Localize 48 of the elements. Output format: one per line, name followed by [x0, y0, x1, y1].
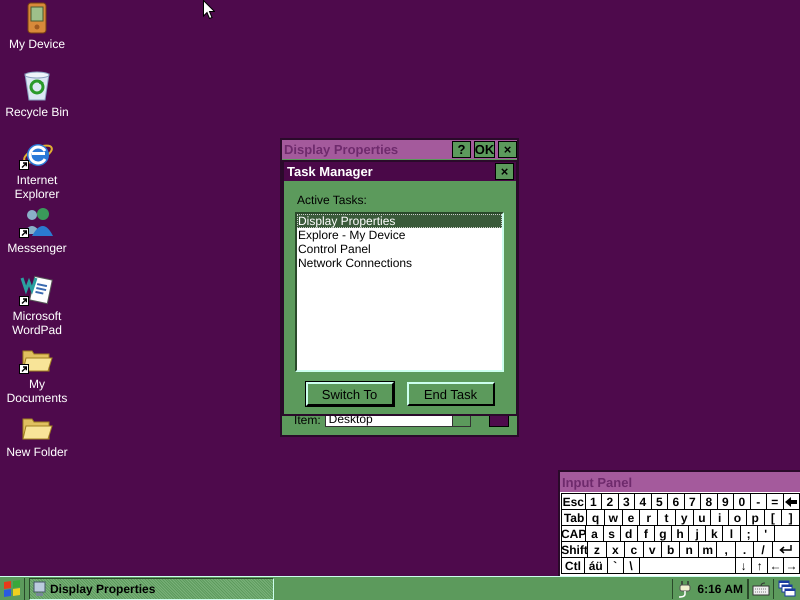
icon-label: Messenger — [6, 241, 68, 255]
icon-label: Microsoft WordPad — [11, 309, 63, 337]
dialog-button[interactable]: End Task — [406, 382, 494, 406]
window-title: Task Manager — [287, 164, 374, 179]
shortcut-arrow-icon — [19, 160, 29, 170]
mouse-pointer-icon — [203, 0, 215, 19]
icon-label: My Documents — [6, 377, 68, 405]
icon-label: My Device — [8, 37, 66, 51]
windows-stack-icon[interactable] — [778, 580, 796, 598]
desktop-shortcut[interactable]: My Documents — [0, 340, 74, 408]
keyboard-icon[interactable] — [752, 582, 770, 596]
shortcut-arrow-icon — [19, 296, 29, 306]
title-bar-button[interactable]: OK — [474, 141, 495, 158]
taskbar-button[interactable]: Display Properties — [29, 578, 274, 600]
task-item[interactable]: Display Properties — [297, 214, 502, 228]
enter-arrow-icon — [779, 545, 792, 554]
handheld-device-icon — [27, 2, 47, 34]
desktop-shortcut[interactable]: New Folder — [0, 408, 74, 476]
list-label: Active Tasks: — [297, 193, 368, 207]
power-plug-icon[interactable] — [677, 580, 694, 598]
icon-label: New Folder — [5, 445, 69, 459]
task-item[interactable]: Explore - My Device — [297, 228, 502, 242]
title-bar-button[interactable]: × — [498, 141, 517, 158]
task-item[interactable]: Control Panel — [297, 242, 502, 256]
desktop-shortcut[interactable]: My Device — [0, 0, 74, 68]
recycle-bin-icon — [22, 70, 52, 102]
item-label: Item: — [294, 413, 321, 427]
title-bar-button[interactable]: ? — [452, 141, 471, 158]
shortcut-arrow-icon — [19, 364, 29, 374]
shortcut-arrow-icon — [19, 228, 29, 238]
close-button[interactable]: × — [495, 163, 514, 180]
keyboard-key[interactable]: Esc — [561, 493, 586, 510]
desktop-shortcut[interactable]: Microsoft WordPad — [0, 272, 74, 340]
keyboard-key[interactable]: CAP — [561, 525, 586, 542]
task-item[interactable]: Network Connections — [297, 256, 502, 270]
clock[interactable]: 6:16 AM — [697, 582, 743, 596]
keyboard-key[interactable]: Ctl — [561, 557, 585, 574]
keyboard-key[interactable]: Shift — [561, 541, 588, 558]
desktop-shortcut[interactable]: Internet Explorer — [0, 136, 74, 204]
desktop-shortcut[interactable]: Messenger — [0, 204, 74, 272]
dialog-button[interactable]: Switch To — [306, 382, 394, 406]
windows-flag-icon — [3, 580, 21, 598]
keyboard-key[interactable]: → — [783, 557, 800, 574]
icon-label: Recycle Bin — [4, 105, 70, 119]
monitor-icon — [33, 580, 47, 596]
desktop-shortcut[interactable]: Recycle Bin — [0, 68, 74, 136]
icon-label: Internet Explorer — [14, 173, 60, 201]
backspace-arrow-icon — [785, 496, 798, 506]
